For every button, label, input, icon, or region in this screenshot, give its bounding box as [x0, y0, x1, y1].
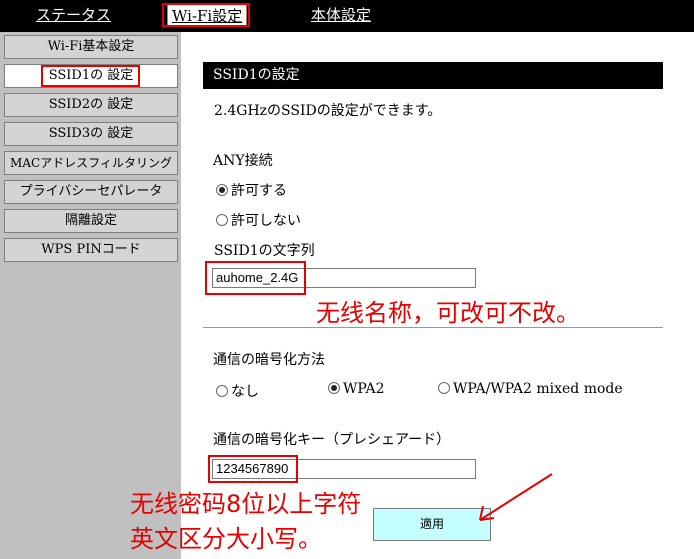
enc-none-option[interactable]: なし: [216, 381, 259, 401]
highlight-ssid1: [41, 65, 140, 87]
enc-none-label: なし: [231, 384, 259, 400]
sidebar-item-wifi-basic[interactable]: Wi-Fi基本設定: [4, 35, 178, 59]
highlight-wifi-tab: [162, 3, 250, 27]
encryption-method-label: 通信の暗号化方法: [213, 352, 325, 368]
sidebar-item-ssid3[interactable]: SSID3の 設定: [4, 122, 178, 146]
enc-mixed-label: WPA/WPA2 mixed mode: [453, 381, 623, 397]
any-allow-label: 許可する: [231, 183, 287, 199]
nav-status-link[interactable]: ステータス: [36, 4, 111, 25]
key-annotation-line1: 无线密码8位以上字符: [130, 490, 362, 518]
nav-device-settings-link[interactable]: 本体設定: [311, 4, 371, 25]
divider: [203, 327, 663, 328]
ssid-annotation: 无线名称，可改可不改。: [316, 299, 580, 327]
any-connection-label: ANY接続: [213, 153, 273, 169]
sidebar-item-wps-pin[interactable]: WPS PINコード: [4, 238, 178, 262]
any-deny-label: 許可しない: [231, 213, 301, 229]
enc-mixed-option[interactable]: WPA/WPA2 mixed mode: [438, 381, 623, 397]
radio-unchecked-icon[interactable]: [216, 214, 228, 226]
section-title: SSID1の設定: [203, 62, 663, 89]
radio-checked-icon[interactable]: [328, 382, 340, 394]
any-deny-option[interactable]: 許可しない: [216, 210, 301, 230]
enc-wpa2-label: WPA2: [343, 381, 385, 397]
sidebar-item-mac-filter[interactable]: MACアドレスフィルタリング: [4, 151, 178, 175]
highlight-ssid-input: [205, 261, 306, 295]
encryption-key-label: 通信の暗号化キー（プレシェアード）: [213, 432, 451, 448]
key-annotation-line2: 英文区分大小写。: [130, 525, 322, 553]
section-description: 2.4GHzのSSIDの設定ができます。: [214, 103, 442, 119]
sidebar-item-ssid2[interactable]: SSID2の 設定: [4, 93, 178, 117]
sidebar-item-privacy-separator[interactable]: プライバシーセパレータ: [4, 180, 178, 204]
sidebar-item-isolation[interactable]: 隔離設定: [4, 209, 178, 233]
highlight-key-input: [208, 455, 298, 483]
ssid-string-label: SSID1の文字列: [214, 243, 315, 259]
radio-unchecked-icon[interactable]: [438, 382, 450, 394]
radio-checked-icon[interactable]: [216, 184, 228, 196]
enc-wpa2-option[interactable]: WPA2: [328, 381, 385, 397]
radio-unchecked-icon[interactable]: [216, 385, 228, 397]
annotation-arrow-icon: [479, 473, 553, 521]
any-allow-option[interactable]: 許可する: [216, 180, 287, 200]
